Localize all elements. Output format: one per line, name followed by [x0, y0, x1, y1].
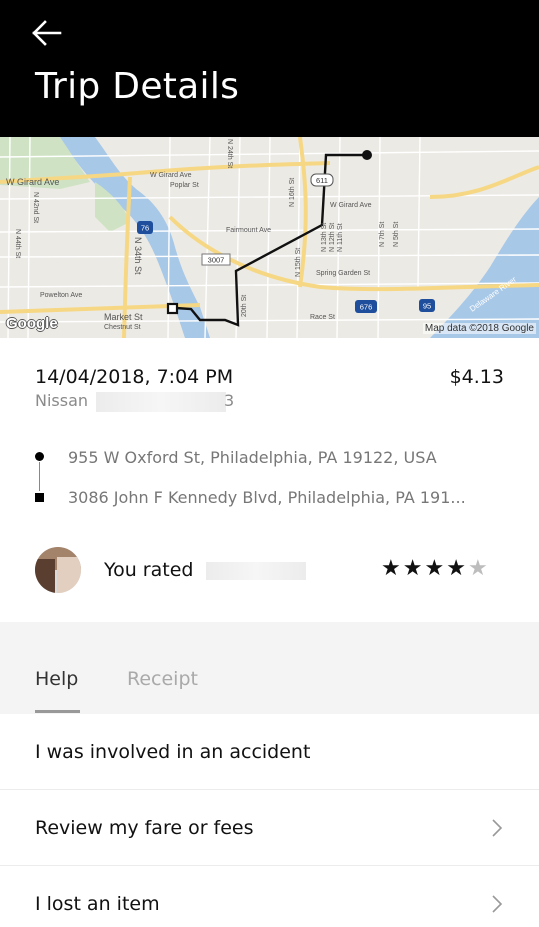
route-connector	[39, 462, 40, 491]
map-label-n15: N 15th St	[295, 248, 302, 277]
vehicle-suffix: 3	[224, 391, 235, 410]
map-label-n42: N 42nd St	[32, 192, 39, 223]
tab-receipt[interactable]: Receipt	[127, 668, 198, 690]
chevron-right-icon	[492, 895, 503, 913]
map-label-n16: N 16th St	[289, 178, 296, 207]
map-label-fairmount: Fairmount Ave	[226, 227, 271, 234]
map-label-poplar: Poplar St	[170, 182, 199, 189]
map-label-market: Market St	[104, 312, 143, 322]
map-label-n34: N 34th St	[133, 237, 143, 275]
star-empty-icon: ★	[467, 556, 490, 581]
star-icon: ★	[381, 556, 403, 581]
driver-avatar	[35, 547, 81, 593]
map-label-race: Race St	[310, 314, 335, 321]
shield-611-label: 611	[316, 176, 328, 185]
map-label-n13: N 13th St	[321, 223, 328, 252]
map-label-n24: N 24th St	[226, 139, 233, 168]
map-label-n12: N 12th St	[329, 223, 336, 252]
shield-95-label: 95	[423, 302, 431, 311]
shield-3007-label: 3007	[208, 256, 225, 265]
help-item-fare[interactable]: Review my fare or fees	[0, 790, 539, 866]
help-item-label: I was involved in an accident	[35, 741, 311, 763]
rating-stars: ★★★★★	[381, 556, 490, 581]
map-label-chestnut: Chestnut St	[104, 324, 141, 331]
map-attribution: Map data ©2018 Google	[422, 323, 536, 334]
help-item-accident[interactable]: I was involved in an accident	[0, 714, 539, 790]
google-logo: Google	[6, 315, 58, 332]
dropoff-address: 3086 John F Kennedy Blvd, Philadelphia, …	[68, 488, 466, 507]
chevron-right-icon	[492, 819, 503, 837]
map-label-20th: 20th St	[241, 295, 248, 317]
page-title: Trip Details	[35, 66, 240, 107]
trip-datetime: 14/04/2018, 7:04 PM	[35, 366, 234, 388]
map-label-w-girard: W Girard Ave	[6, 177, 59, 187]
back-arrow-icon[interactable]	[30, 18, 64, 48]
map-label-powelton: Powelton Ave	[40, 292, 82, 299]
app-header: Trip Details	[0, 0, 539, 137]
dropoff-square-icon	[35, 493, 44, 502]
pickup-dot-icon	[35, 452, 44, 461]
help-item-lost[interactable]: I lost an item	[0, 866, 539, 927]
active-tab-indicator	[35, 710, 80, 713]
trip-price: $4.13	[449, 366, 504, 388]
help-item-label: Review my fare or fees	[35, 817, 254, 839]
vehicle-prefix: Nissan	[35, 391, 89, 410]
shield-676-label: 676	[360, 303, 373, 312]
map-label-n5: N 5th St	[393, 222, 400, 247]
star-icon: ★	[446, 556, 468, 581]
map-canvas: 611 76 3007 676 95 W Girard Ave W Girard…	[0, 137, 539, 338]
tab-help[interactable]: Help	[35, 668, 78, 690]
vehicle-info: Nissan	[35, 391, 88, 410]
trip-map[interactable]: 611 76 3007 676 95 W Girard Ave W Girard…	[0, 137, 539, 338]
rating-label: You rated	[104, 559, 194, 581]
map-label-n7: N 7th St	[379, 222, 386, 247]
map-label-w-girard-3: W Girard Ave	[330, 202, 372, 209]
help-item-label: I lost an item	[35, 893, 160, 915]
star-icon: ★	[402, 556, 425, 581]
map-label-spring-garden: Spring Garden St	[316, 270, 370, 277]
tab-bar	[0, 622, 539, 714]
shield-76-label: 76	[141, 224, 149, 233]
redacted-driver-name	[206, 562, 306, 580]
star-icon: ★	[424, 556, 447, 581]
pickup-address: 955 W Oxford St, Philadelphia, PA 19122,…	[68, 448, 437, 467]
map-label-w-girard-2: W Girard Ave	[150, 172, 192, 179]
map-label-n44: N 44th St	[14, 229, 21, 258]
map-label-n11: N 11th St	[337, 223, 344, 252]
redacted-vehicle	[96, 392, 226, 412]
